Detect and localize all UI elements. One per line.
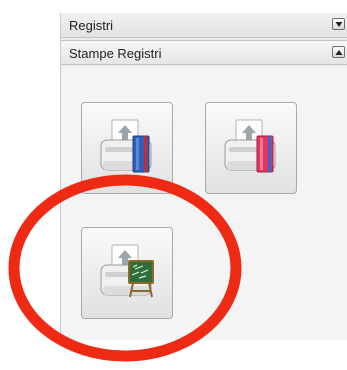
- print-registro-red-button[interactable]: [205, 102, 297, 194]
- printer-blue-book-icon: [100, 119, 152, 173]
- section-title: Stampe Registri: [69, 46, 162, 61]
- side-panel: Registri Stampe Registri: [60, 13, 347, 340]
- stampe-registri-content: [61, 67, 347, 340]
- printer-red-book-icon: [224, 119, 276, 173]
- printer-blackboard-icon: [100, 244, 154, 298]
- section-header-registri[interactable]: Registri: [61, 13, 347, 38]
- section-title: Registri: [69, 18, 114, 33]
- chevron-down-icon[interactable]: [332, 18, 345, 30]
- section-header-stampe-registri[interactable]: Stampe Registri: [61, 40, 347, 65]
- chevron-up-icon[interactable]: [332, 46, 345, 58]
- print-registro-blue-button[interactable]: [81, 102, 173, 194]
- print-registro-blackboard-button[interactable]: [81, 227, 173, 319]
